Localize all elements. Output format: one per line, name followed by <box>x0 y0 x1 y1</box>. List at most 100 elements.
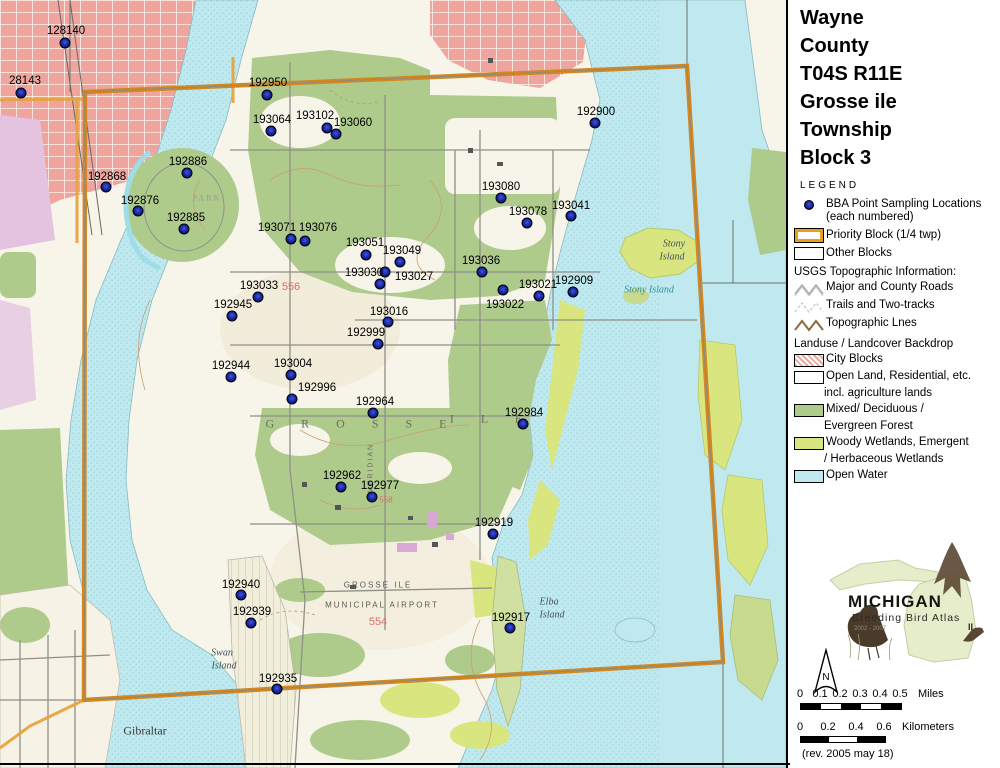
bba-point-dot[interactable] <box>534 291 545 302</box>
bba-point-label: 192984 <box>505 407 543 419</box>
logo-subtitle: Breeding Bird Atlas <box>852 612 960 624</box>
bba-point-label: 193021 <box>519 279 557 291</box>
bba-point-dot[interactable] <box>286 370 297 381</box>
bba-point-dot[interactable] <box>300 236 311 247</box>
bba-point-label: 192962 <box>323 470 361 482</box>
bba-point-label: 192917 <box>492 612 530 624</box>
bba-point-label: 193016 <box>370 306 408 318</box>
bba-point-dot[interactable] <box>496 193 507 204</box>
bba-point-dot[interactable] <box>373 339 384 350</box>
bba-point-dot[interactable] <box>272 684 283 695</box>
bba-point-dot[interactable] <box>60 38 71 49</box>
legend-forest-label: Mixed/ Deciduous / <box>826 403 924 416</box>
legend-open-land-line2: incl. agriculture lands <box>824 387 1000 400</box>
map-label-gibraltar: Gibraltar <box>123 724 166 739</box>
legend-item-bba-points: BBA Point Sampling Locations (each numbe… <box>792 198 1000 224</box>
scale-tick: 0.6 <box>876 721 891 733</box>
bba-point-dot[interactable] <box>368 408 379 419</box>
bba-point-dot[interactable] <box>179 224 190 235</box>
scale-tick: 0.3 <box>852 688 867 700</box>
map-label-554: 554 <box>369 616 387 628</box>
scale-segment <box>821 704 841 709</box>
bba-point-dot[interactable] <box>566 211 577 222</box>
scale-segment <box>841 704 861 709</box>
bba-point-dot[interactable] <box>246 618 257 629</box>
small-lake <box>615 618 655 642</box>
bba-point-dot[interactable] <box>367 492 378 503</box>
bba-point-label: 193060 <box>334 117 372 129</box>
scale-segment <box>801 704 821 709</box>
bba-point-label: 193102 <box>296 110 334 122</box>
title-line: Grosse ile <box>790 88 1000 116</box>
legend-open-land-label: Open Land, Residential, etc. <box>826 370 971 383</box>
bba-point-dot[interactable] <box>101 182 112 193</box>
legend-item-priority-block: Priority Block (1/4 twp) <box>792 227 1000 243</box>
bba-point-label: 128140 <box>47 25 85 37</box>
map-label-elba: Elba <box>540 597 559 608</box>
bba-point-label: 193080 <box>482 181 520 193</box>
map-title: Wayne County T04S R11E Grosse ile Townsh… <box>790 0 1000 172</box>
bba-point-dot[interactable] <box>375 279 386 290</box>
legend-other-label: Other Blocks <box>826 247 892 260</box>
bba-point-dot[interactable] <box>395 257 406 268</box>
bba-point-dot[interactable] <box>226 372 237 383</box>
bba-point-dot[interactable] <box>182 168 193 179</box>
bba-point-label: 192996 <box>298 382 336 394</box>
bba-point-label: 192909 <box>555 275 593 287</box>
legend-item-topo-lines: Topographic Lnes <box>792 317 1000 332</box>
bba-point-dot[interactable] <box>361 250 372 261</box>
bba-point-dot[interactable] <box>383 317 394 328</box>
logo-title: MICHIGAN <box>848 592 942 612</box>
bba-point-dot[interactable] <box>336 482 347 493</box>
bba-point-dot[interactable] <box>236 590 247 601</box>
bba-point-dot[interactable] <box>227 311 238 322</box>
scale-tick: 0 <box>797 721 803 733</box>
legend-item-trails: Trails and Two-tracks <box>792 299 1000 314</box>
bba-point-label: 193036 <box>462 255 500 267</box>
bba-point-dot[interactable] <box>477 267 488 278</box>
bba-point-dot[interactable] <box>522 218 533 229</box>
scalebar-miles-bar <box>800 703 902 710</box>
scalebar-km: 00.20.40.6Kilometers <box>800 721 990 751</box>
bba-point-label: 193004 <box>274 358 312 370</box>
legend-item-other-blocks: Other Blocks <box>792 246 1000 260</box>
map-canvas[interactable]: StonyIslandStony IslandElbaIslandSwanIsl… <box>0 0 786 768</box>
legend-item-major-roads: Major and County Roads <box>792 281 1000 296</box>
legend-heading: LEGEND <box>790 172 1000 195</box>
bba-point-dot[interactable] <box>286 234 297 245</box>
map-label-stony: Stony <box>663 239 685 250</box>
title-line: Township <box>790 116 1000 144</box>
topo-map-backdrop <box>0 0 786 768</box>
scale-segment <box>857 737 885 742</box>
legend-item-open-land: Open Land, Residential, etc. <box>792 370 1000 384</box>
legend-item-open-water: Open Water <box>792 469 1000 483</box>
bba-point-dot[interactable] <box>287 394 298 405</box>
bba-point-dot[interactable] <box>266 126 277 137</box>
scale-tick: 0.4 <box>848 721 863 733</box>
bba-point-legend-icon <box>792 199 826 210</box>
legend-city-label: City Blocks <box>826 353 883 366</box>
bba-point-label: 193041 <box>552 200 590 212</box>
scale-tick: 0.1 <box>812 688 827 700</box>
map-label-stony-island: Stony Island <box>624 285 674 296</box>
bba-point-dot[interactable] <box>498 285 509 296</box>
bba-point-label: 193064 <box>253 114 291 126</box>
bba-point-dot[interactable] <box>568 287 579 298</box>
bba-point-dot[interactable] <box>331 129 342 140</box>
bba-point-dot[interactable] <box>488 529 499 540</box>
scalebar-km-bar <box>800 736 886 743</box>
legend-wetland-label: Woody Wetlands, Emergent <box>826 436 969 449</box>
legend-water-label: Open Water <box>826 469 888 482</box>
legend-item-wetland: Woody Wetlands, Emergent <box>792 436 1000 450</box>
legend-bba-label: BBA Point Sampling Locations <box>826 198 981 210</box>
wetland-swatch <box>792 437 826 450</box>
bba-point-dot[interactable] <box>253 292 264 303</box>
bba-point-dot[interactable] <box>133 206 144 217</box>
bba-point-dot[interactable] <box>262 90 273 101</box>
legend-topo-label: Topographic Lnes <box>826 317 917 330</box>
bba-point-dot[interactable] <box>518 419 529 430</box>
bba-point-label: 192945 <box>214 299 252 311</box>
bba-point-dot[interactable] <box>590 118 601 129</box>
bba-point-dot[interactable] <box>16 88 27 99</box>
bba-point-dot[interactable] <box>505 623 516 634</box>
